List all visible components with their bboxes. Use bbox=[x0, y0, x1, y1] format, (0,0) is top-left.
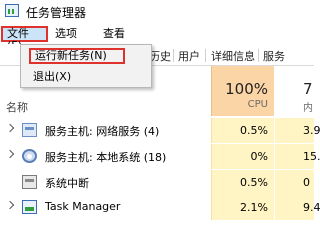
tab-details[interactable]: 详细信息 bbox=[211, 48, 255, 64]
chevron-right-icon[interactable] bbox=[5, 200, 15, 210]
run-new-task-item[interactable]: 运行新任务(N) bbox=[29, 48, 125, 64]
column-memory-header[interactable]: 7 内 bbox=[275, 66, 314, 116]
tab-users[interactable]: 用户 bbox=[178, 48, 200, 64]
chevron-right-icon[interactable] bbox=[5, 149, 15, 159]
tab-divider bbox=[205, 49, 206, 62]
chevron-right-icon[interactable] bbox=[5, 123, 15, 133]
tab-divider bbox=[258, 49, 259, 62]
exit-item[interactable]: 退出(X) bbox=[29, 69, 71, 85]
process-cpu: 2.1% bbox=[240, 201, 268, 214]
process-cpu-cell: 0% bbox=[211, 144, 274, 169]
title-bar: 任务管理器 bbox=[0, 0, 314, 24]
process-memory: 3.9 bbox=[303, 124, 320, 137]
cpu-total-value: 100% bbox=[225, 80, 268, 98]
process-cpu: 0% bbox=[250, 150, 268, 163]
process-memory: 15.8 bbox=[303, 150, 320, 163]
cpu-column-label: CPU bbox=[247, 99, 268, 110]
process-name: 系统中断 bbox=[45, 177, 89, 190]
system-icon bbox=[22, 175, 37, 189]
process-row[interactable]: 服务主机: 本地系统 (18) 0% 15.8 bbox=[0, 144, 320, 169]
process-name: Task Manager bbox=[45, 200, 121, 213]
menu-view[interactable]: 查看(V) bbox=[99, 26, 143, 56]
service-host-icon bbox=[22, 123, 37, 137]
menu-file[interactable]: 文件(F) bbox=[1, 26, 48, 52]
process-row[interactable]: 系统中断 0.5% 0 bbox=[0, 170, 314, 195]
tab-services[interactable]: 服务 bbox=[263, 48, 285, 64]
window-title: 任务管理器 bbox=[26, 6, 87, 20]
menu-options[interactable]: 选项(O) bbox=[51, 26, 95, 56]
process-row[interactable]: Task Manager 2.1% 9.4 bbox=[0, 195, 320, 220]
task-manager-icon bbox=[22, 200, 37, 214]
service-host-gear-icon bbox=[22, 149, 37, 163]
file-menu-dropdown: 运行新任务(N) 退出(X) bbox=[20, 44, 152, 88]
memory-column-label: 内 bbox=[303, 103, 313, 114]
process-row[interactable]: 服务主机: 网络服务 (4) 0.5% 3.9 bbox=[0, 118, 320, 143]
process-memory-cell: 15.8 bbox=[275, 144, 320, 169]
process-memory-cell: 3.9 bbox=[275, 118, 320, 143]
tab-divider bbox=[173, 49, 174, 62]
process-name: 服务主机: 网络服务 (4) bbox=[45, 125, 160, 138]
process-cpu-cell: 0.5% bbox=[211, 118, 274, 143]
column-cpu-header[interactable]: 100% CPU bbox=[211, 66, 274, 116]
memory-total-value: 7 bbox=[303, 80, 313, 98]
menu-bar: 文件(F) 选项(O) 查看(V) bbox=[0, 24, 314, 56]
process-cpu: 0.5% bbox=[240, 124, 268, 137]
process-memory: 9.4 bbox=[303, 201, 320, 214]
process-cpu-cell: 0.5% bbox=[211, 170, 274, 195]
process-memory-cell: 0 bbox=[275, 170, 314, 195]
process-cpu-cell: 2.1% bbox=[211, 195, 274, 220]
column-name-header[interactable]: 名称 bbox=[6, 99, 28, 115]
process-cpu: 0.5% bbox=[240, 176, 268, 189]
process-name: 服务主机: 本地系统 (18) bbox=[45, 151, 167, 164]
tab-app-history[interactable]: 历史 bbox=[149, 48, 171, 64]
process-memory-cell: 9.4 bbox=[275, 195, 320, 220]
process-memory: 0 bbox=[303, 176, 310, 189]
task-manager-icon bbox=[5, 4, 19, 17]
